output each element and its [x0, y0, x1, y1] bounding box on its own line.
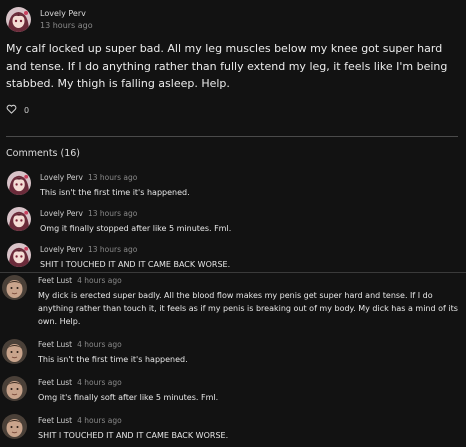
comment-author[interactable]: Feet Lust — [38, 416, 72, 425]
comment-author[interactable]: Feet Lust — [38, 276, 72, 285]
comment-item: Feet Lust 4 hours ago This isn't the firs… — [38, 340, 460, 366]
like-count: 0 — [24, 105, 30, 115]
post-body: My calf locked up super bad. All my leg … — [6, 42, 448, 90]
reply-text: This isn't the first time it's happened. — [40, 188, 190, 197]
reply-item: Lovely Perv 13 hours ago This isn't the f… — [40, 173, 190, 197]
thread-divider — [0, 272, 466, 273]
comment-author[interactable]: Feet Lust — [38, 340, 72, 349]
reply-timestamp: 13 hours ago — [88, 173, 138, 182]
post-timestamp: 13 hours ago — [40, 21, 93, 30]
reply-item: Lovely Perv 13 hours ago Omg it finally s… — [40, 209, 231, 233]
comment-author[interactable]: Feet Lust — [38, 378, 72, 387]
like-button[interactable]: 0 — [6, 104, 29, 116]
comment-text: SHIT I TOUCHED IT AND IT CAME BACK WORSE… — [38, 431, 229, 440]
reply-text: Omg it finally stopped after like 5 minu… — [40, 224, 232, 233]
reply-text: SHIT I TOUCHED IT AND IT CAME BACK WORSE… — [40, 260, 231, 269]
comment-item: Feet Lust 4 hours ago My dick is erected … — [38, 276, 460, 328]
reply-author[interactable]: Lovely Perv — [40, 245, 83, 254]
heart-outline-icon — [6, 104, 17, 116]
comment-text: My dick is erected super badly. All the … — [38, 291, 458, 326]
comment-item: Feet Lust 4 hours ago Omg it's finally so… — [38, 378, 460, 404]
comment-timestamp: 4 hours ago — [77, 378, 122, 387]
reply-item: Lovely Perv 13 hours ago SHIT I TOUCHED I… — [40, 245, 230, 269]
reply-avatar[interactable] — [7, 243, 31, 267]
comment-avatar[interactable] — [2, 376, 27, 401]
comment-text: This isn't the first time it's happened. — [38, 355, 188, 364]
comment-timestamp: 4 hours ago — [77, 276, 122, 285]
post-author-avatar[interactable] — [6, 7, 31, 32]
reply-author[interactable]: Lovely Perv — [40, 209, 83, 218]
reply-author[interactable]: Lovely Perv — [40, 173, 83, 182]
comment-timestamp: 4 hours ago — [77, 340, 122, 349]
post-author-name[interactable]: Lovely Perv — [40, 9, 86, 18]
comment-item: Feet Lust 4 hours ago SHIT I TOUCHED IT A… — [38, 416, 460, 442]
comment-avatar[interactable] — [2, 414, 27, 439]
reply-avatar[interactable] — [7, 171, 31, 195]
reply-avatar[interactable] — [7, 207, 31, 231]
reply-timestamp: 13 hours ago — [88, 209, 138, 218]
comment-avatar[interactable] — [2, 275, 27, 300]
comment-avatar[interactable] — [2, 339, 27, 364]
comment-timestamp: 4 hours ago — [77, 416, 122, 425]
reply-timestamp: 13 hours ago — [88, 245, 138, 254]
comment-text: Omg it's finally soft after like 5 minut… — [38, 393, 219, 402]
post-divider — [6, 136, 458, 137]
comments-header: Comments (16) — [6, 148, 81, 159]
